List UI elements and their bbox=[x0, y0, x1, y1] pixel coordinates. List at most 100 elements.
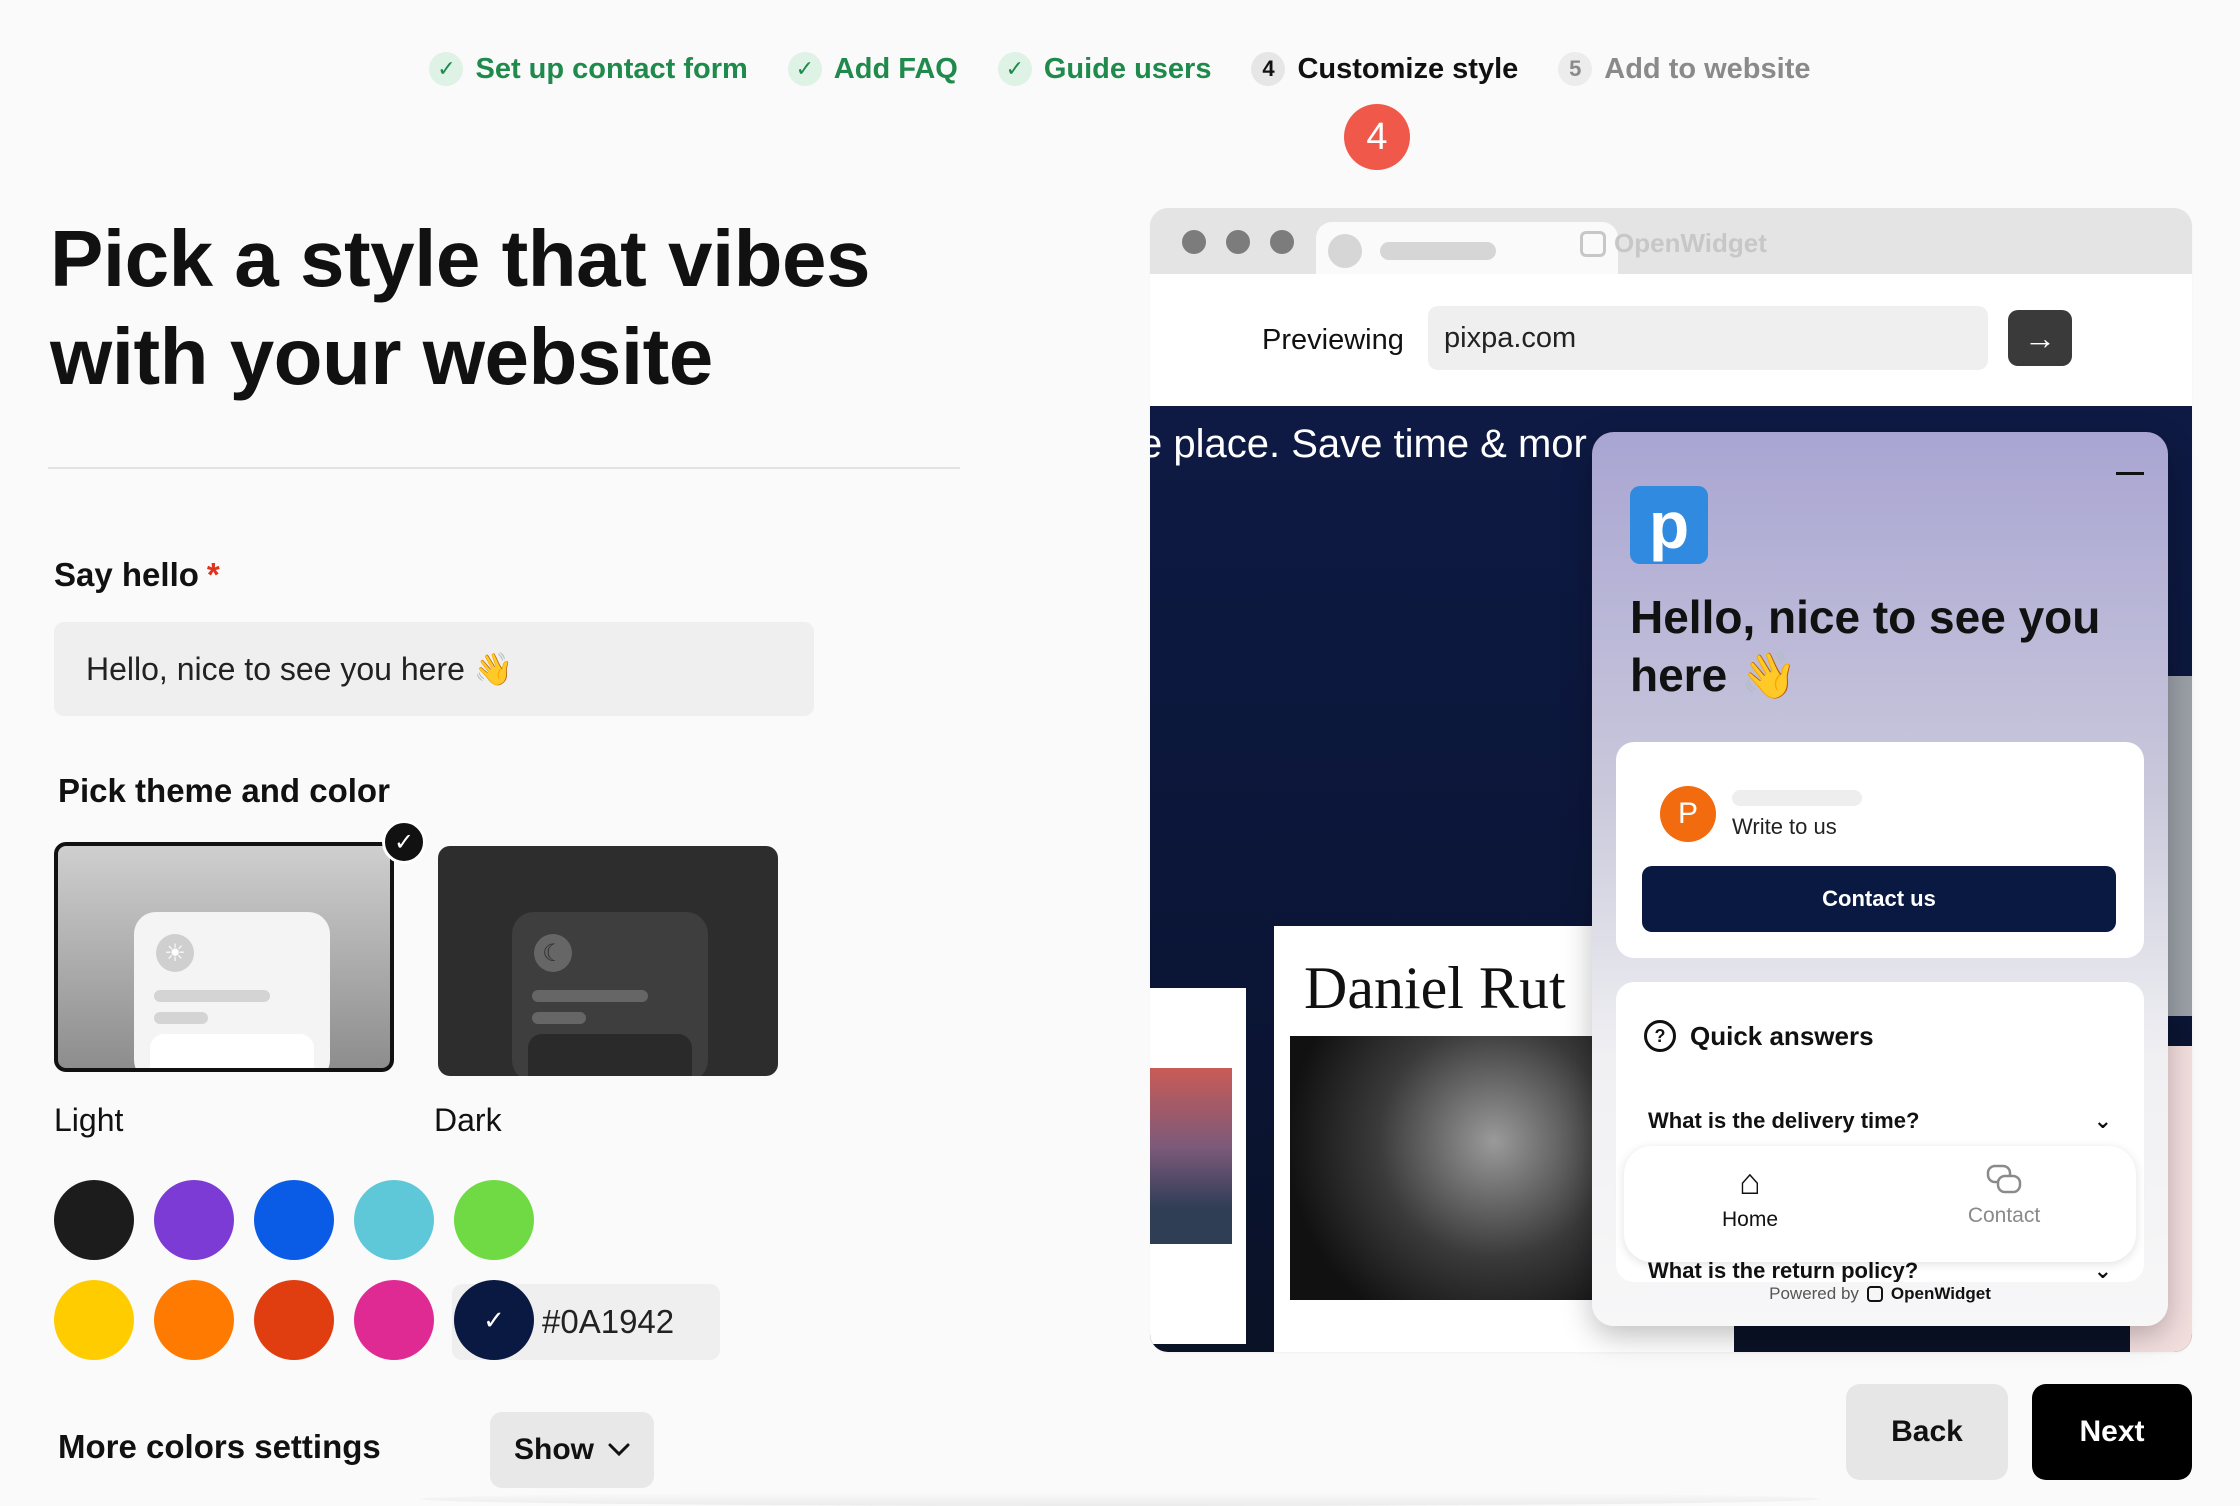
window-dot bbox=[1270, 230, 1294, 254]
theme-light-card[interactable]: ☀ bbox=[54, 842, 394, 1072]
chat-bubbles-icon bbox=[1986, 1164, 2022, 1194]
nav-home[interactable]: ⌂ Home bbox=[1650, 1164, 1850, 1232]
preview-footer bbox=[528, 1034, 692, 1076]
browser-titlebar: OpenWidget bbox=[1150, 208, 2192, 274]
site-photo bbox=[1150, 1068, 1232, 1244]
back-button[interactable]: Back bbox=[1846, 1384, 2008, 1480]
window-dot bbox=[1182, 230, 1206, 254]
annotation-badge: 4 bbox=[1344, 104, 1410, 170]
nav-contact-label: Contact bbox=[1967, 1204, 2041, 1227]
color-swatch-pink[interactable] bbox=[354, 1280, 434, 1360]
previewing-label: Previewing bbox=[1262, 324, 1404, 356]
show-more-colors-button[interactable]: Show bbox=[490, 1412, 654, 1488]
preview-bar bbox=[532, 990, 648, 1002]
widget-greeting: Hello, nice to see you here 👋 bbox=[1630, 591, 2101, 701]
theme-dark-card[interactable]: ☾ bbox=[438, 846, 778, 1076]
say-hello-label-text: Say hello bbox=[54, 556, 199, 593]
minimize-icon[interactable] bbox=[2116, 472, 2144, 475]
page-title-line2: with your website bbox=[50, 312, 713, 401]
step-number: 4 bbox=[1251, 52, 1286, 86]
check-icon: ✓ bbox=[997, 52, 1032, 86]
color-swatch-yellow[interactable] bbox=[54, 1280, 134, 1360]
preview-bar bbox=[154, 990, 270, 1002]
openwidget-ghost-brand: OpenWidget bbox=[1580, 228, 1767, 259]
check-icon: ✓ bbox=[429, 52, 464, 86]
step-set-up-contact-form[interactable]: ✓ Set up contact form bbox=[429, 52, 748, 86]
theme-preview: ☾ bbox=[512, 912, 708, 1076]
theme-light-label: Light bbox=[54, 1102, 124, 1138]
page-title: Pick a style that vibes with your websit… bbox=[50, 210, 1010, 406]
page-title-line1: Pick a style that vibes bbox=[50, 214, 871, 303]
openwidget-logo-icon bbox=[1866, 1286, 1883, 1302]
nav-contact[interactable]: Contact bbox=[1904, 1164, 2104, 1228]
step-label: Set up contact form bbox=[475, 52, 748, 85]
say-hello-label: Say hello * bbox=[54, 556, 220, 594]
required-mark: * bbox=[206, 556, 220, 593]
check-icon: ✓ bbox=[483, 1304, 505, 1335]
theme-dark-label: Dark bbox=[434, 1102, 502, 1138]
quick-answers-title: ? Quick answers bbox=[1644, 1020, 1874, 1052]
step-label: Add to website bbox=[1604, 52, 1811, 85]
theme-preview: ☀ bbox=[134, 912, 330, 1068]
stepper: ✓ Set up contact form ✓ Add FAQ ✓ Guide … bbox=[0, 52, 2240, 86]
step-label: Add FAQ bbox=[833, 52, 958, 85]
color-swatch-blue[interactable] bbox=[254, 1180, 334, 1260]
nav-home-label: Home bbox=[1721, 1208, 1779, 1231]
step-add-to-website[interactable]: 5 Add to website bbox=[1558, 52, 1811, 86]
brand-ghost-text: OpenWidget bbox=[1614, 228, 1767, 258]
blurred-name bbox=[1732, 790, 1862, 806]
powered-by: Powered by OpenWidget bbox=[1592, 1284, 2168, 1304]
favicon bbox=[1328, 234, 1362, 268]
site-name: Daniel Rut bbox=[1304, 955, 1566, 1021]
color-swatch-navy[interactable]: ✓ bbox=[454, 1280, 534, 1360]
next-button[interactable]: Next bbox=[2032, 1384, 2192, 1480]
selected-check-icon: ✓ bbox=[382, 820, 426, 864]
brand-logo: p bbox=[1630, 486, 1708, 564]
site-photo bbox=[1290, 1036, 1630, 1300]
powered-by-text: Powered by bbox=[1769, 1284, 1859, 1303]
color-swatch-green[interactable] bbox=[454, 1180, 534, 1260]
step-number: 5 bbox=[1558, 52, 1593, 86]
color-swatch-cyan[interactable] bbox=[354, 1180, 434, 1260]
divider bbox=[48, 467, 960, 469]
show-button-label: Show bbox=[514, 1433, 594, 1466]
sun-icon: ☀ bbox=[156, 934, 194, 972]
preview-bar bbox=[532, 1012, 586, 1024]
check-icon: ✓ bbox=[787, 52, 822, 86]
chat-widget: p Hello, nice to see you here 👋 P Write … bbox=[1592, 432, 2168, 1326]
powered-by-brand: OpenWidget bbox=[1890, 1284, 1991, 1303]
color-swatch-orange[interactable] bbox=[154, 1280, 234, 1360]
site-thumbnail bbox=[1150, 988, 1246, 1344]
window-dot bbox=[1226, 230, 1250, 254]
browser-tab bbox=[1316, 222, 1618, 274]
bottom-shadow bbox=[420, 1492, 1820, 1506]
chevron-down-icon: ⌄ bbox=[2093, 1108, 2112, 1133]
say-hello-input[interactable]: Hello, nice to see you here 👋 bbox=[54, 622, 814, 716]
home-icon: ⌂ bbox=[1739, 1161, 1761, 1202]
step-label: Guide users bbox=[1043, 52, 1212, 85]
step-guide-users[interactable]: ✓ Guide users bbox=[997, 52, 1212, 86]
step-customize-style[interactable]: 4 Customize style bbox=[1251, 52, 1518, 86]
openwidget-logo-icon bbox=[1580, 230, 1606, 257]
more-colors-label: More colors settings bbox=[58, 1428, 381, 1465]
color-swatch-black[interactable] bbox=[54, 1180, 134, 1260]
avatar: P bbox=[1660, 786, 1716, 842]
theme-color-label: Pick theme and color bbox=[58, 772, 390, 809]
contact-us-button[interactable]: Contact us bbox=[1642, 866, 2116, 932]
site-headline: e place. Save time & mor bbox=[1150, 422, 1587, 466]
color-swatch-purple[interactable] bbox=[154, 1180, 234, 1260]
preview-url-input[interactable]: pixpa.com bbox=[1428, 306, 1988, 370]
arrow-right-icon[interactable]: → bbox=[2008, 310, 2072, 366]
color-swatch-red[interactable] bbox=[254, 1280, 334, 1360]
widget-bottom-nav: ⌂ Home Contact bbox=[1624, 1146, 2136, 1262]
write-to-us-text: Write to us bbox=[1732, 814, 1837, 839]
step-add-faq[interactable]: ✓ Add FAQ bbox=[787, 52, 958, 86]
faq-item[interactable]: What is the delivery time? ⌄ bbox=[1648, 1108, 2112, 1134]
contact-card: P Write to us Contact us bbox=[1616, 742, 2144, 958]
step-label: Customize style bbox=[1297, 52, 1519, 85]
preview-footer bbox=[150, 1034, 314, 1068]
moon-icon: ☾ bbox=[534, 934, 572, 972]
preview-url-row: Previewing pixpa.com → bbox=[1150, 274, 2192, 414]
faq-question: What is the delivery time? bbox=[1648, 1108, 1920, 1133]
chevron-down-icon bbox=[608, 1443, 630, 1457]
